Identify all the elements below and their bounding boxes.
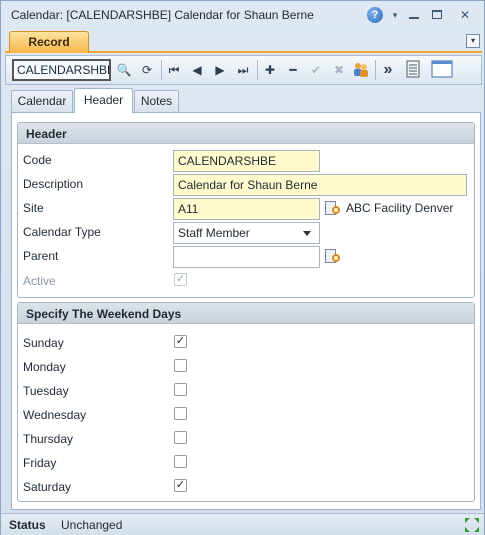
next-record-icon[interactable]: ▶ [210, 60, 230, 80]
code-label: Code [23, 153, 52, 167]
friday-label: Friday [23, 456, 57, 470]
tuesday-checkbox[interactable] [174, 383, 187, 396]
weekend-day-row: Saturday ✓ [23, 477, 473, 497]
site-field[interactable]: A11 [173, 198, 320, 220]
header-section: Header Code CALENDARSHBE Description Cal… [17, 122, 475, 298]
friday-checkbox[interactable] [174, 455, 187, 468]
monday-label: Monday [23, 360, 66, 374]
tabstrip-menu-button[interactable]: ▾ [466, 34, 480, 48]
wednesday-checkbox[interactable] [174, 407, 187, 420]
weekend-day-row: Wednesday [23, 405, 473, 425]
sunday-checkbox[interactable]: ✓ [174, 335, 187, 348]
refresh-icon[interactable]: ⟳ [137, 60, 157, 80]
weekend-section-title: Specify The Weekend Days [18, 303, 474, 324]
tab-notes[interactable]: Notes [134, 90, 179, 112]
toolbar-divider [257, 60, 258, 80]
code-field[interactable]: CALENDARSHBE [173, 150, 320, 172]
maximize-icon[interactable] [429, 7, 445, 23]
status-label: Status [9, 518, 46, 532]
monday-checkbox[interactable] [174, 359, 187, 372]
users-icon[interactable] [351, 60, 371, 80]
expand-icon[interactable] [464, 517, 480, 533]
title-bar: Calendar: [CALENDARSHBE] Calendar for Sh… [1, 1, 484, 29]
first-record-icon[interactable]: ⏮ [164, 60, 184, 80]
add-icon[interactable]: ✚ [260, 60, 280, 80]
chevron-down-icon [303, 231, 311, 236]
site-label: Site [23, 201, 44, 215]
header-tab-panel: Header Code CALENDARSHBE Description Cal… [11, 112, 481, 510]
more-icon[interactable]: » [378, 60, 398, 80]
record-code-input[interactable]: CALENDARSHBE [12, 59, 111, 81]
help-icon[interactable]: ? [367, 7, 383, 23]
description-row: Description Calendar for Shaun Berne [23, 174, 473, 196]
previous-record-icon[interactable]: ◀ [187, 60, 207, 80]
weekend-day-row: Tuesday [23, 381, 473, 401]
tab-header[interactable]: Header [74, 88, 133, 113]
site-row: Site A11 ABC Facility Denver [23, 198, 473, 220]
active-row: Active ✓ [23, 271, 473, 291]
site-lookup-icon[interactable] [323, 199, 343, 219]
calendar-type-value: Staff Member [178, 226, 250, 240]
save-check-icon[interactable]: ✔ [306, 60, 326, 80]
chevron-down-icon[interactable]: ▾ [387, 7, 403, 23]
parent-field[interactable] [173, 246, 320, 268]
saturday-label: Saturday [23, 480, 72, 494]
saturday-checkbox[interactable]: ✓ [174, 479, 187, 492]
calendar-type-select[interactable]: Staff Member [173, 222, 320, 244]
weekend-day-row: Sunday ✓ [23, 333, 473, 353]
weekend-day-row: Thursday [23, 429, 473, 449]
cancel-icon[interactable]: ✖ [329, 60, 349, 80]
code-row: Code CALENDARSHBE [23, 150, 473, 172]
description-label: Description [23, 177, 84, 191]
weekend-day-row: Monday [23, 357, 473, 377]
subtab-bar: Calendar Header Notes [11, 88, 481, 113]
window-icon[interactable] [430, 60, 454, 80]
status-value: Unchanged [61, 518, 123, 532]
parent-label: Parent [23, 249, 59, 263]
tab-calendar[interactable]: Calendar [11, 90, 73, 112]
minimize-icon[interactable] [406, 7, 422, 23]
tuesday-label: Tuesday [23, 384, 69, 398]
tab-record[interactable]: Record [9, 31, 89, 53]
calendar-type-label: Calendar Type [23, 225, 101, 239]
active-checkbox[interactable]: ✓ [174, 273, 187, 286]
active-label: Active [23, 274, 56, 288]
description-field[interactable]: Calendar for Shaun Berne [173, 174, 467, 196]
list-view-icon[interactable] [403, 60, 423, 80]
parent-row: Parent [23, 246, 473, 268]
thursday-checkbox[interactable] [174, 431, 187, 444]
last-record-icon[interactable]: ⏭ [233, 60, 253, 80]
sunday-label: Sunday [23, 336, 64, 350]
toolbar-divider [161, 60, 162, 80]
parent-lookup-icon[interactable] [323, 247, 343, 267]
site-description: ABC Facility Denver [346, 201, 454, 215]
calendar-type-row: Calendar Type Staff Member [23, 222, 473, 244]
record-tabstrip: Record ▾ [5, 31, 482, 53]
toolbar-divider [375, 60, 376, 80]
window-title: Calendar: [CALENDARSHBE] Calendar for Sh… [11, 8, 314, 22]
close-icon[interactable]: ✕ [457, 7, 473, 23]
calendar-window: Calendar: [CALENDARSHBE] Calendar for Sh… [0, 0, 485, 535]
delete-icon[interactable]: ━ [283, 60, 303, 80]
search-icon[interactable]: 🔍 [114, 60, 134, 80]
weekend-section: Specify The Weekend Days Sunday ✓ Monday… [17, 302, 475, 502]
status-bar: Status Unchanged [1, 513, 484, 535]
thursday-label: Thursday [23, 432, 74, 446]
weekend-day-row: Friday [23, 453, 473, 473]
record-toolbar: CALENDARSHBE 🔍 ⟳ ⏮ ◀ ▶ ⏭ ✚ ━ ✔ ✖ » [5, 55, 482, 85]
header-section-title: Header [18, 123, 474, 144]
wednesday-label: Wednesday [23, 408, 87, 422]
